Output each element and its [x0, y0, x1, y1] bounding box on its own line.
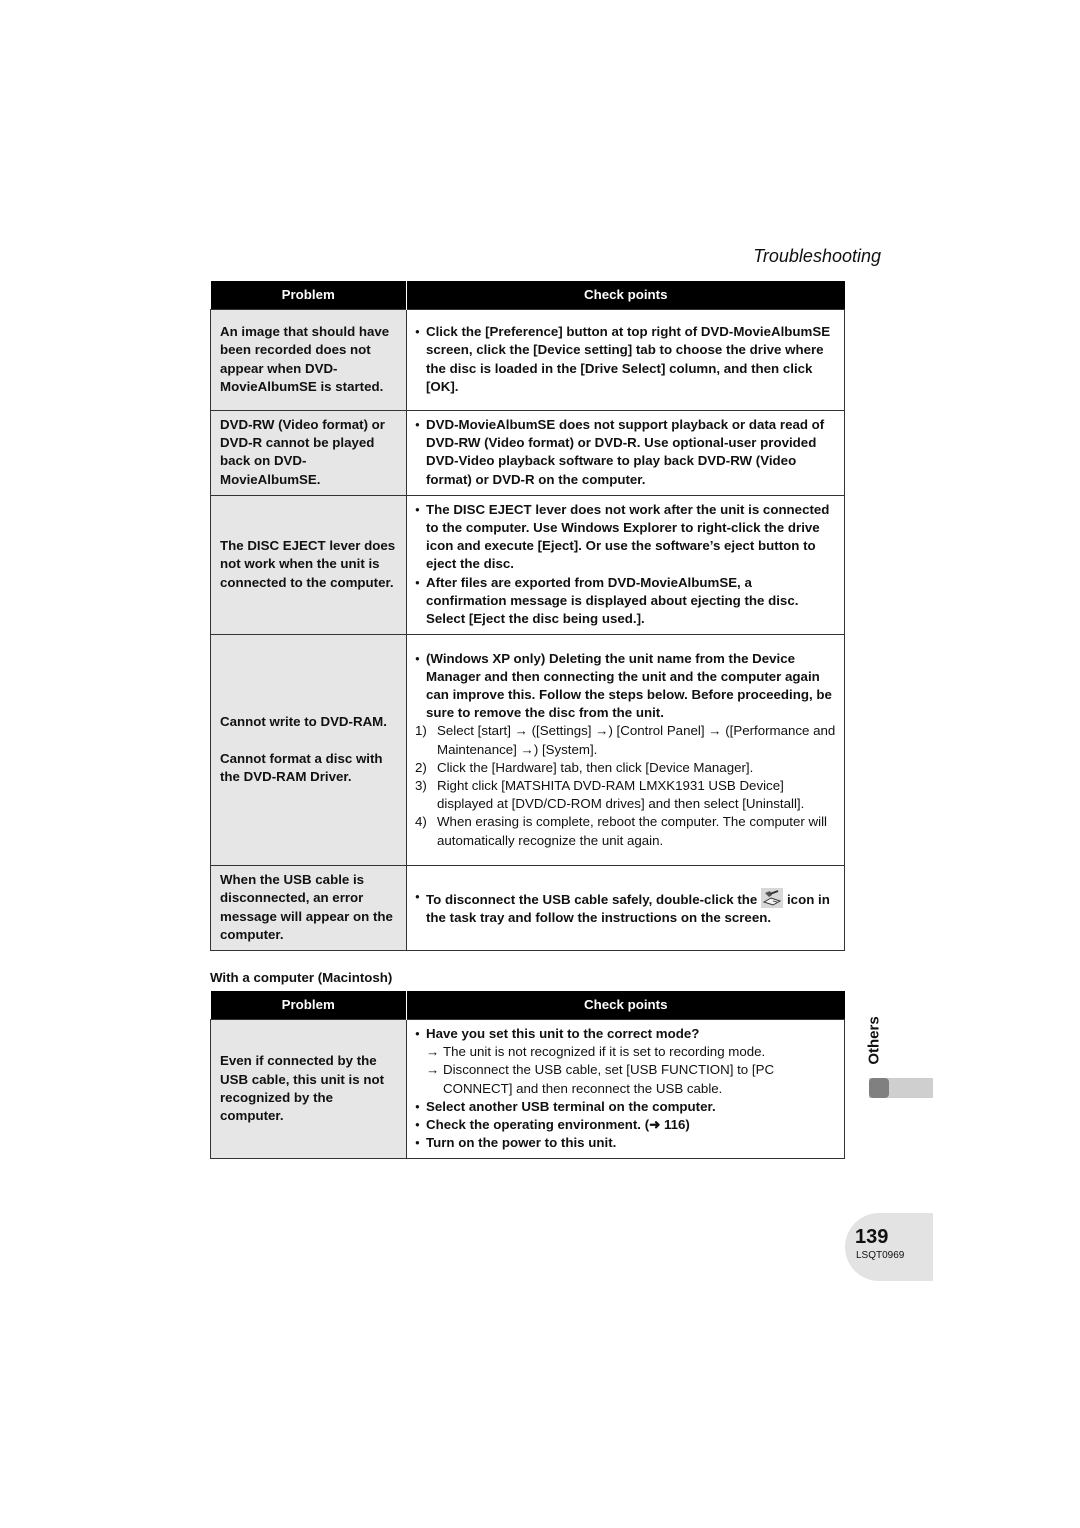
- check-point-bullet: (Windows XP only) Deleting the unit name…: [415, 650, 836, 723]
- problem-cell: Cannot write to DVD-RAM. Cannot format a…: [210, 634, 407, 867]
- check-point-bullet: Click the [Preference] button at top rig…: [415, 323, 836, 396]
- sub-point: → The unit is not recognized if it is set…: [415, 1043, 836, 1061]
- check-point-bullet: DVD-MovieAlbumSE does not support playba…: [415, 416, 836, 489]
- check-point-bullet: Select another USB terminal on the compu…: [415, 1098, 836, 1116]
- macintosh-troubleshooting-table: Problem Check points Even if connected b…: [210, 991, 845, 1160]
- page-number: 139: [855, 1226, 889, 1248]
- safely-remove-hardware-icon: [761, 887, 784, 908]
- check-point-text: To disconnect the USB cable safely, doub…: [426, 891, 758, 907]
- problem-cell: The DISC EJECT lever does not work when …: [210, 494, 407, 636]
- check-point-bullet: To disconnect the USB cable safely, doub…: [415, 887, 836, 927]
- table-row: An image that should have been recorded …: [210, 309, 845, 411]
- chapter-index-tab: [869, 1078, 933, 1098]
- step-text: When erasing is complete, reboot the com…: [437, 814, 827, 848]
- column-header-check-points: Check points: [406, 991, 845, 1020]
- check-points-cell: Click the [Preference] button at top rig…: [406, 309, 845, 411]
- arrow-icon: →: [426, 1062, 440, 1078]
- problem-text: Cannot format a disc with the DVD-RAM Dr…: [220, 750, 383, 784]
- table-header-row: Problem Check points: [210, 281, 845, 310]
- chapter-index-marker: [869, 1078, 889, 1098]
- step-item: 4) When erasing is complete, reboot the c…: [415, 813, 836, 849]
- step-item: 2) Click the [Hardware] tab, then click […: [415, 759, 836, 777]
- check-points-cell: Have you set this unit to the correct mo…: [406, 1018, 845, 1160]
- section-title: Troubleshooting: [753, 246, 881, 266]
- step-number: 4): [415, 814, 427, 830]
- step-text: Select [start] → ([Settings] →) [Control…: [437, 723, 836, 757]
- check-point-bullet: Check the operating environment. (➜ 116): [415, 1116, 836, 1134]
- step-text: Click the [Hardware] tab, then click [De…: [437, 759, 754, 775]
- column-header-problem: Problem: [210, 281, 407, 310]
- check-point-bullet: After files are exported from DVD-MovieA…: [415, 574, 836, 629]
- document-code: LSQT0969: [856, 1250, 905, 1261]
- sub-point-text: Disconnect the USB cable, set [USB FUNCT…: [443, 1062, 775, 1096]
- sub-point-text: The unit is not recognized if it is set …: [443, 1044, 766, 1060]
- step-item: 1) Select [start] → ([Settings] →) [Contr…: [415, 722, 836, 758]
- problem-cell: When the USB cable is disconnected, an e…: [210, 865, 407, 952]
- column-header-problem: Problem: [210, 991, 407, 1020]
- table-row: When the USB cable is disconnected, an e…: [210, 865, 845, 952]
- check-point-bullet: The DISC EJECT lever does not work after…: [415, 501, 836, 574]
- table-row: DVD-RW (Video format) or DVD-R cannot be…: [210, 410, 845, 496]
- chapter-side-label: Others: [858, 1014, 898, 1070]
- table-row: Even if connected by the USB cable, this…: [210, 1018, 845, 1160]
- problem-cell: Even if connected by the USB cable, this…: [210, 1018, 407, 1160]
- step-number: 2): [415, 759, 427, 775]
- step-text: Right click [MATSHITA DVD-RAM LMXK1931 U…: [437, 778, 805, 812]
- table-row: Cannot write to DVD-RAM. Cannot format a…: [210, 634, 845, 867]
- chapter-label-text: Others: [865, 1016, 883, 1065]
- check-points-cell: The DISC EJECT lever does not work after…: [406, 494, 845, 636]
- table-row: The DISC EJECT lever does not work when …: [210, 494, 845, 636]
- step-number: 1): [415, 723, 427, 739]
- macintosh-caption: With a computer (Macintosh): [210, 970, 393, 985]
- step-number: 3): [415, 778, 427, 794]
- check-point-bullet: Have you set this unit to the correct mo…: [415, 1025, 836, 1043]
- windows-troubleshooting-table: Problem Check points An image that shoul…: [210, 281, 845, 952]
- column-header-check-points: Check points: [406, 281, 845, 310]
- check-points-cell: To disconnect the USB cable safely, doub…: [406, 865, 845, 952]
- problem-cell: An image that should have been recorded …: [210, 309, 407, 411]
- check-point-bullet: Turn on the power to this unit.: [415, 1134, 836, 1152]
- problem-text: Cannot write to DVD-RAM.: [220, 714, 387, 730]
- sub-point: → Disconnect the USB cable, set [USB FUNC…: [415, 1061, 836, 1097]
- table-header-row: Problem Check points: [210, 991, 845, 1020]
- step-item: 3) Right click [MATSHITA DVD-RAM LMXK1931…: [415, 777, 836, 813]
- check-points-cell: DVD-MovieAlbumSE does not support playba…: [406, 410, 845, 496]
- arrow-icon: →: [426, 1044, 440, 1060]
- problem-cell: DVD-RW (Video format) or DVD-R cannot be…: [210, 410, 407, 496]
- check-points-cell: (Windows XP only) Deleting the unit name…: [406, 634, 845, 867]
